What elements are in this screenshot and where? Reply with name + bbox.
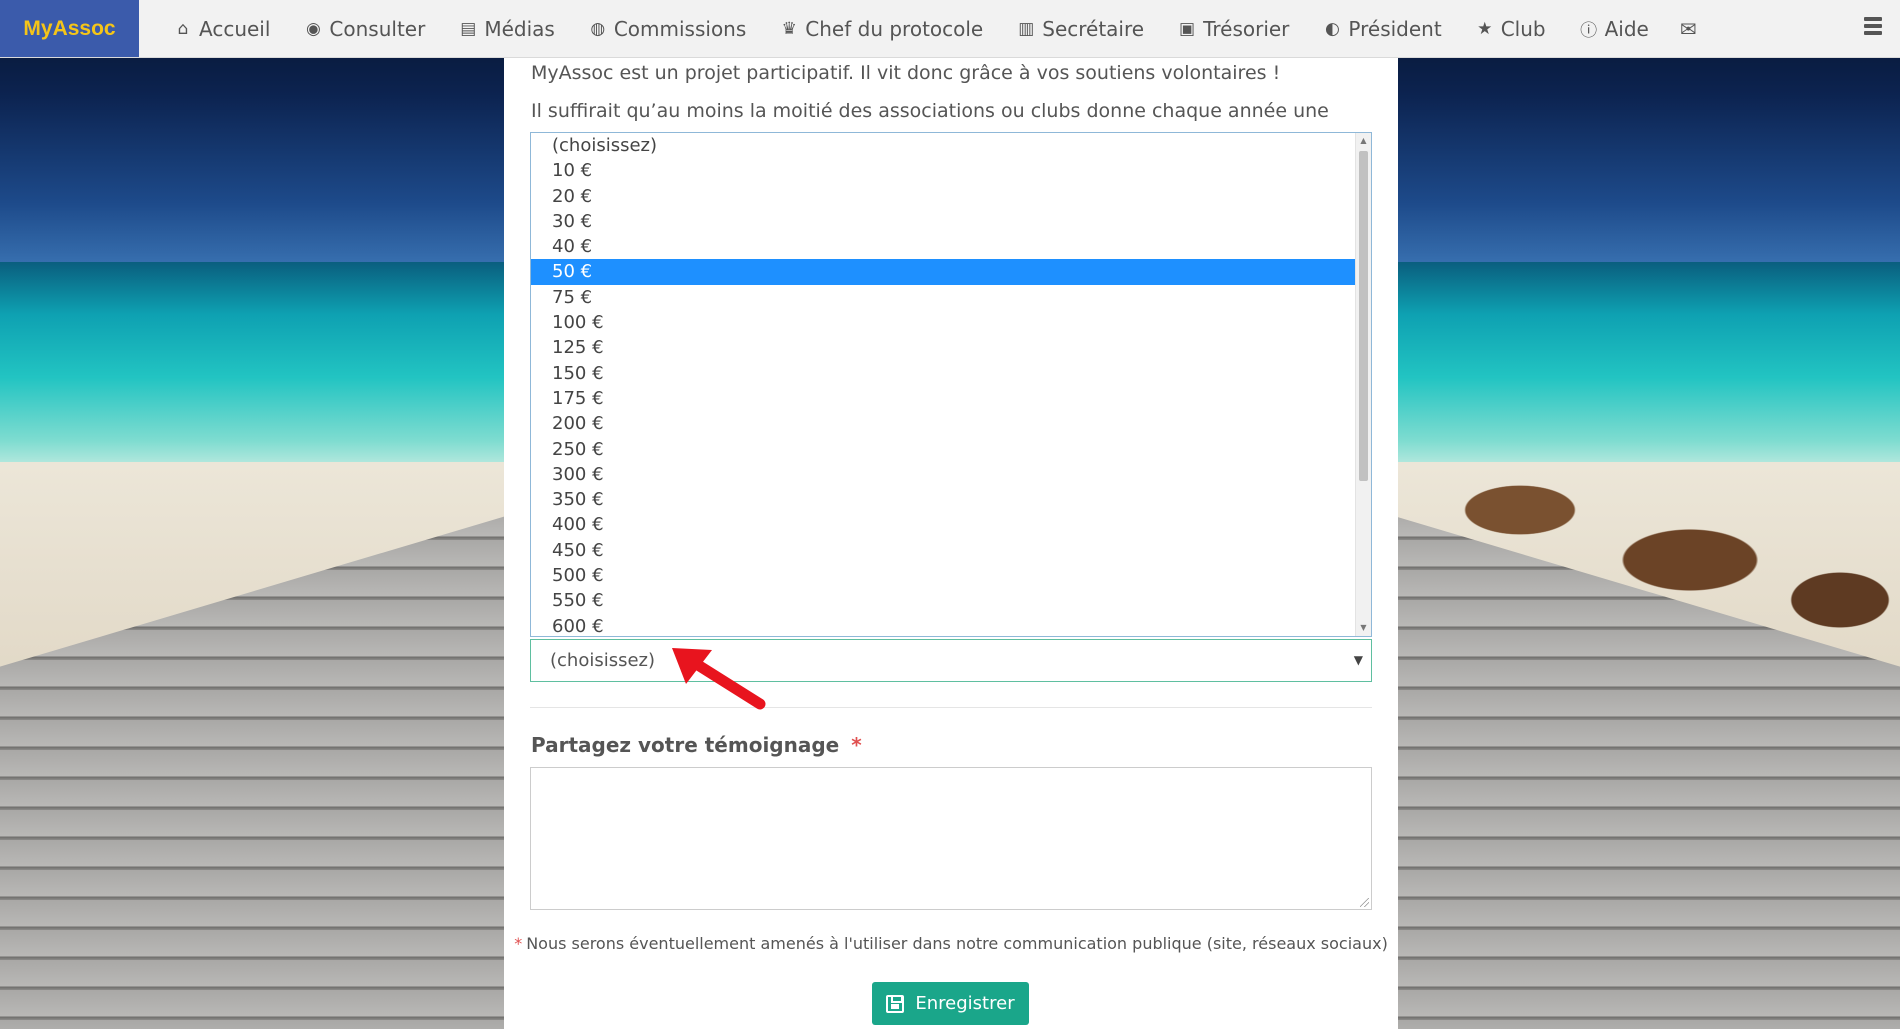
dropdown-option[interactable]: 50 € [531,259,1371,285]
envelope-icon[interactable]: ✉ [1666,0,1711,57]
testimony-label: Partagez votre témoignage * [531,733,862,757]
donation-select-value: (choisissez) [550,650,656,671]
info-icon: ⓘ [1580,21,1598,41]
dropdown-option[interactable]: 400 € [531,512,1371,537]
nav-item-label: Commissions [613,16,747,41]
nav-item-label: Consulter [329,16,426,41]
dropdown-option[interactable]: 200 € [531,411,1371,436]
nav-item-tresorier[interactable]: ▣ Trésorier [1161,17,1306,41]
nav-item-secretaire[interactable]: ▥ Secrétaire [1000,17,1161,41]
dropdown-option[interactable]: 40 € [531,234,1371,259]
testimony-textarea[interactable] [530,767,1372,910]
dropdown-option[interactable]: 350 € [531,487,1371,512]
nav-item-consulter[interactable]: ◉ Consulter [287,17,442,41]
book-icon: ▥ [1018,18,1035,39]
nav-item-chef-du-protocole[interactable]: ♛ Chef du protocole [763,17,1000,41]
note-text: Nous serons éventuellement amenés à l'ut… [526,934,1388,953]
nav-items: ⌂ Accueil ◉ Consulter ▤ Médias ◍ Commissions ♛ Ch… [139,0,1666,57]
nav-item-label: Chef du protocole [805,16,984,41]
red-arrow-annotation-icon [672,648,766,710]
nav-item-accueil[interactable]: ⌂ Accueil [157,17,287,41]
dropdown-option[interactable]: 250 € [531,437,1371,462]
divider [530,707,1372,708]
caret-down-icon: ▼ [1353,653,1363,667]
dropdown-option[interactable]: 20 € [531,184,1371,209]
save-button[interactable]: Enregistrer [872,982,1029,1025]
dropdown-option[interactable]: 10 € [531,158,1371,183]
dropdown-option[interactable]: (choisissez) [531,133,1371,158]
dropdown-option[interactable]: 450 € [531,538,1371,563]
public-use-note: * Nous serons éventuellement amenés à l'u… [504,934,1398,953]
trophy-icon: ♛ [781,18,797,39]
donation-amount-select[interactable]: (choisissez) ▼ [530,639,1372,682]
globe-icon: ◐ [1324,18,1340,39]
testimony-label-text: Partagez votre témoignage [531,733,840,757]
nav-item-club[interactable]: ★ Club [1459,17,1563,41]
top-navbar: MyAssoc ⌂ Accueil ◉ Consulter ▤ Médias ◍ Commis… [0,0,1900,58]
brand-logo[interactable]: MyAssoc [0,0,139,57]
scrollbar-thumb[interactable] [1359,151,1368,481]
menu-toggle-icon[interactable] [1864,17,1882,35]
floppy-disk-icon [886,994,905,1013]
nav-item-label: Médias [484,16,555,41]
nav-item-president[interactable]: ◐ Président [1306,17,1458,41]
money-icon: ▣ [1179,18,1196,39]
dropdown-option[interactable]: 100 € [531,310,1371,335]
dropdown-option[interactable]: 150 € [531,361,1371,386]
scroll-down-icon[interactable]: ▼ [1356,621,1371,635]
dropdown-scrollbar[interactable]: ▲ ▼ [1355,133,1371,636]
dropdown-option[interactable]: 125 € [531,335,1371,360]
star-icon: ★ [1477,18,1493,39]
save-button-label: Enregistrer [915,993,1015,1014]
scroll-up-icon[interactable]: ▲ [1356,134,1371,148]
nav-item-label: Secrétaire [1042,16,1145,41]
nav-item-label: Accueil [199,16,271,41]
nav-item-commissions[interactable]: ◍ Commissions [572,17,763,41]
dropdown-option[interactable]: 600 € [531,614,1371,636]
home-icon: ⌂ [177,18,189,39]
eye-icon: ◉ [306,18,321,39]
dropdown-option[interactable]: 175 € [531,386,1371,411]
nav-item-label: Club [1500,16,1546,41]
required-asterisk: * [851,733,862,757]
intro-line-1: MyAssoc est un projet participatif. Il v… [531,62,1281,84]
dropdown-option[interactable]: 75 € [531,285,1371,310]
nav-item-aide[interactable]: ⓘ Aide [1563,16,1666,42]
nav-item-label: Président [1348,16,1442,41]
dropdown-option[interactable]: 300 € [531,462,1371,487]
dropdown-option[interactable]: 30 € [531,209,1371,234]
nav-item-label: Aide [1604,16,1649,41]
note-asterisk: * [514,934,523,953]
donation-options-list[interactable]: (choisissez) 10 €20 €30 €40 €50 €75 €100 … [530,132,1372,637]
dropdown-option[interactable]: 500 € [531,563,1371,588]
nav-item-label: Trésorier [1203,16,1290,41]
resize-grip-icon[interactable] [1360,898,1369,907]
file-icon: ▤ [460,18,477,39]
user-circle-icon: ◍ [590,18,606,39]
dropdown-option[interactable]: 550 € [531,588,1371,613]
nav-item-medias[interactable]: ▤ Médias [442,17,572,41]
